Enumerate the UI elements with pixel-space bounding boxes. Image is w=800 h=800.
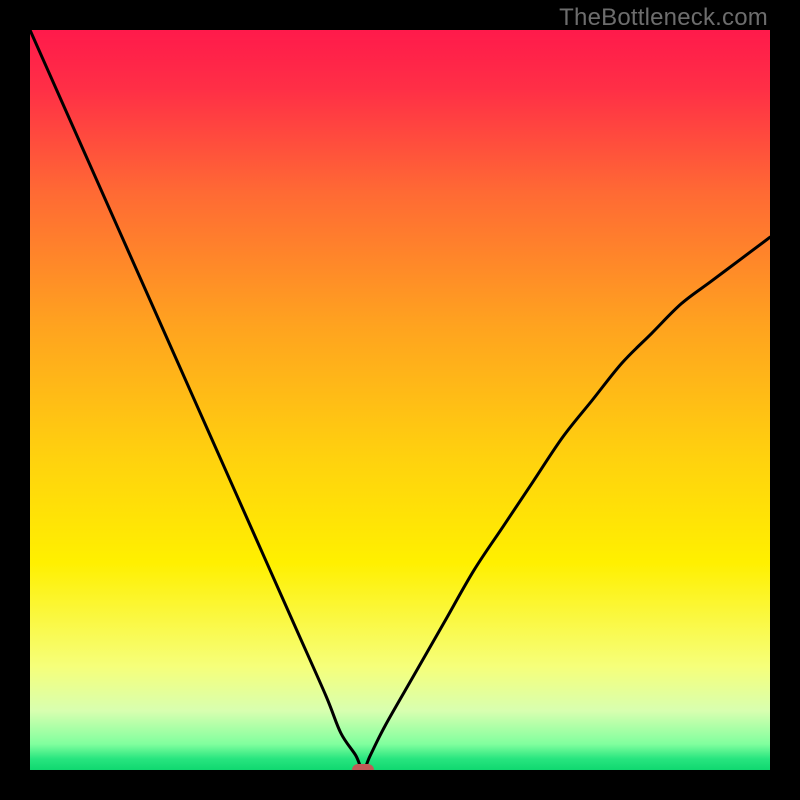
- chart-frame: TheBottleneck.com: [0, 0, 800, 800]
- optimum-marker: [352, 764, 374, 770]
- plot-area: [30, 30, 770, 770]
- bottleneck-curve: [30, 30, 770, 770]
- watermark-text: TheBottleneck.com: [559, 4, 768, 32]
